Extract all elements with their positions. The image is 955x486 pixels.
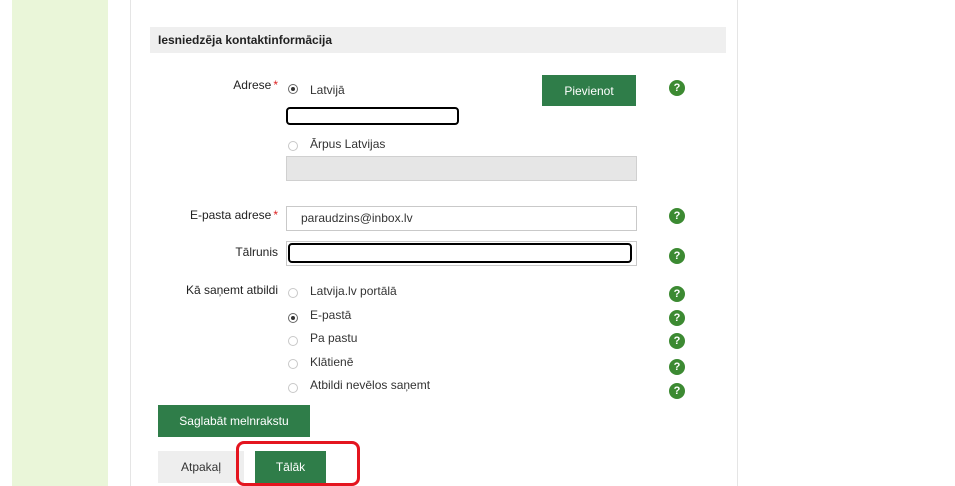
email-input[interactable]: paraudzins@inbox.lv bbox=[286, 206, 637, 231]
section-header: Iesniedzēja kontaktinformācija bbox=[150, 27, 726, 53]
required-mark: * bbox=[273, 78, 278, 92]
radio-response-email[interactable] bbox=[288, 313, 298, 323]
radio-response-portal[interactable] bbox=[288, 288, 298, 298]
next-button-highlight bbox=[236, 441, 360, 486]
required-mark: * bbox=[273, 208, 278, 222]
address-latvia-label: Latvijā bbox=[310, 83, 345, 97]
radio-response-none[interactable] bbox=[288, 383, 298, 393]
radio-address-latvia[interactable] bbox=[288, 84, 298, 94]
phone-label: Tālrunis bbox=[235, 245, 278, 259]
save-draft-button[interactable]: Saglabāt melnrakstu bbox=[158, 405, 310, 437]
help-icon-response-none[interactable]: ? bbox=[669, 383, 685, 399]
response-method-label: Kā saņemt atbildi bbox=[185, 283, 278, 297]
radio-address-abroad[interactable] bbox=[288, 141, 298, 151]
email-label: E-pasta adrese * bbox=[189, 208, 278, 222]
address-field-redacted bbox=[286, 107, 459, 125]
help-icon-phone[interactable]: ? bbox=[669, 248, 685, 264]
response-option-label: Latvija.lv portālā bbox=[310, 284, 397, 298]
back-button[interactable]: Atpakaļ bbox=[158, 451, 244, 483]
help-icon-address[interactable]: ? bbox=[669, 80, 685, 96]
radio-response-post[interactable] bbox=[288, 336, 298, 346]
add-address-button[interactable]: Pievienot bbox=[542, 75, 636, 106]
help-icon-response-in-person[interactable]: ? bbox=[669, 359, 685, 375]
abroad-address-input[interactable] bbox=[286, 156, 637, 181]
address-label: Adrese * bbox=[233, 78, 278, 92]
left-decorative-strip bbox=[12, 0, 108, 486]
help-icon-response-post[interactable]: ? bbox=[669, 333, 685, 349]
response-option-label: Atbildi nevēlos saņemt bbox=[310, 378, 431, 392]
response-option-label: E-pastā bbox=[310, 308, 352, 322]
address-abroad-label: Ārpus Latvijas bbox=[310, 137, 386, 151]
content-border-right bbox=[737, 0, 738, 486]
content-border-left bbox=[130, 0, 131, 486]
help-icon-email[interactable]: ? bbox=[669, 208, 685, 224]
response-option-label: Pa pastu bbox=[310, 331, 358, 345]
help-icon-response-portal[interactable]: ? bbox=[669, 286, 685, 302]
help-icon-response-email[interactable]: ? bbox=[669, 310, 685, 326]
response-option-label: Klātienē bbox=[310, 355, 354, 369]
radio-response-in-person[interactable] bbox=[288, 359, 298, 369]
phone-field-redacted bbox=[288, 243, 632, 263]
